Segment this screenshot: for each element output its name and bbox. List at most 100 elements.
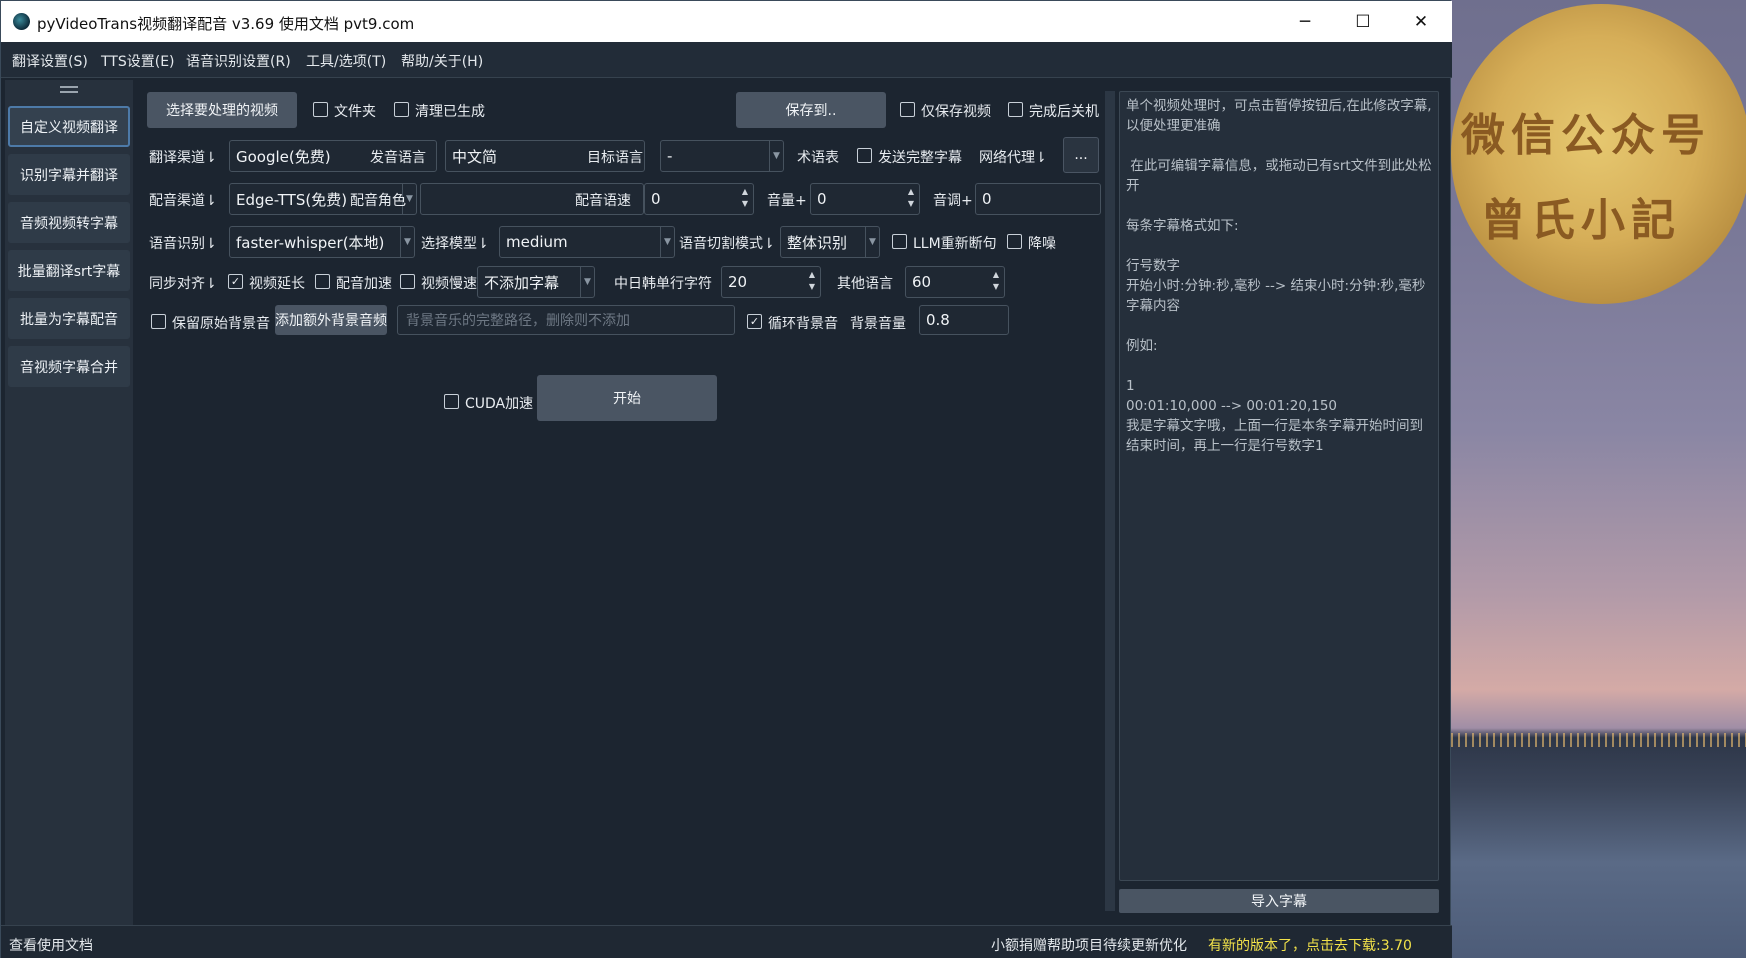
bg-volume-value: 0.8 xyxy=(926,311,950,329)
spin-arrows-icon[interactable]: ▲ ▼ xyxy=(990,269,1002,295)
sidebar-grip-icon[interactable] xyxy=(60,86,78,93)
sync-align-label[interactable]: 同步对齐⇂ xyxy=(149,273,217,293)
menu-bar: 翻译设置(S) TTS设置(E) 语音识别设置(R) 工具/选项(T) 帮助/关… xyxy=(1,42,1452,78)
spin-arrows-icon[interactable]: ▲ ▼ xyxy=(806,269,818,295)
dub-speed-spinbox[interactable]: 0 ▲ ▼ xyxy=(644,183,754,215)
save-to-button[interactable]: 保存到.. xyxy=(736,92,886,128)
dub-speedup-checkbox[interactable] xyxy=(315,274,330,289)
send-full-subtitle-checkbox[interactable] xyxy=(857,148,872,163)
sidebar-item-batch-dub-subtitles[interactable]: 批量为字幕配音 xyxy=(8,298,130,339)
proxy-settings-button[interactable]: ... xyxy=(1063,137,1099,173)
keep-original-bg-checkbox[interactable] xyxy=(151,314,166,329)
menu-asr-settings[interactable]: 语音识别设置(R) xyxy=(186,51,291,71)
bg-volume-input[interactable]: 0.8 xyxy=(919,305,1009,335)
target-lang-value: - xyxy=(667,147,673,165)
asr-engine-select[interactable]: faster-whisper(本地) ▼ xyxy=(229,226,415,258)
close-button[interactable]: ✕ xyxy=(1392,1,1450,42)
chevron-down-icon: ▼ xyxy=(580,267,594,297)
spin-arrows-icon[interactable]: ▲ ▼ xyxy=(905,186,917,212)
denoise-label: 降噪 xyxy=(1028,236,1056,252)
minimize-button[interactable]: ─ xyxy=(1276,1,1334,42)
other-lang-chars-spinbox[interactable]: 60 ▲ ▼ xyxy=(905,266,1005,298)
sidebar-item-recognize-and-translate[interactable]: 识别字幕并翻译 xyxy=(8,154,130,195)
chevron-down-icon: ▼ xyxy=(660,227,674,257)
start-button[interactable]: 开始 xyxy=(537,375,717,421)
menu-tools-options[interactable]: 工具/选项(T) xyxy=(306,51,386,71)
update-available-link[interactable]: 有新的版本了，点击去下载:3.70 xyxy=(1208,935,1412,955)
moon-text-line2: 曾氏小記 xyxy=(1481,195,1681,246)
other-lang-chars-label: 其他语言 xyxy=(837,276,893,292)
panel-splitter[interactable] xyxy=(1105,91,1115,911)
pitch-spinbox[interactable]: 0 xyxy=(975,183,1101,215)
sidebar: 自定义视频翻译 识别字幕并翻译 音频视频转字幕 批量翻译srt字幕 批量为字幕配… xyxy=(5,80,133,925)
dub-channel-label[interactable]: 配音渠道⇂ xyxy=(149,190,217,210)
target-lang-select[interactable]: - ▼ xyxy=(660,140,784,172)
send-full-subtitle-label: 发送完整字幕 xyxy=(878,150,962,166)
source-lang-label: 发音语言 xyxy=(370,150,426,166)
cuda-checkbox[interactable] xyxy=(444,394,459,409)
subtitle-mode-value: 不添加字幕 xyxy=(484,273,560,292)
sidebar-item-audio-video-to-subtitle[interactable]: 音频视频转字幕 xyxy=(8,202,130,243)
cjk-line-chars-value: 20 xyxy=(728,273,748,291)
folder-checkbox[interactable] xyxy=(313,102,328,117)
subtitle-editor[interactable]: 单个视频处理时，可点击暂停按钮后,在此修改字幕,以便处理更准确 在此可编辑字幕信… xyxy=(1119,91,1439,881)
loop-bg-checkbox[interactable]: ✓ xyxy=(747,314,762,329)
asr-label[interactable]: 语音识别⇂ xyxy=(149,233,217,253)
denoise-checkbox[interactable] xyxy=(1007,234,1022,249)
only-save-video-checkbox[interactable] xyxy=(900,102,915,117)
sidebar-item-custom-video-translate[interactable]: 自定义视频翻译 xyxy=(8,106,130,147)
bg-volume-label: 背景音量 xyxy=(850,316,906,332)
split-mode-value: 整体识别 xyxy=(787,233,848,252)
clear-generated-checkbox[interactable] xyxy=(394,102,409,117)
title-bar[interactable]: pyVideoTrans视频翻译配音 v3.69 使用文档 pvt9.com ─… xyxy=(1,1,1452,42)
video-slowdown-checkbox[interactable] xyxy=(400,274,415,289)
only-save-video-label: 仅保存视频 xyxy=(921,104,991,120)
window-title: pyVideoTrans视频翻译配音 v3.69 使用文档 pvt9.com xyxy=(37,15,415,33)
bg-audio-path-input[interactable]: 背景音乐的完整路径，删除则不添加 xyxy=(397,305,735,335)
import-subtitle-button[interactable]: 导入字幕 xyxy=(1119,889,1439,913)
dub-speed-value: 0 xyxy=(651,190,661,208)
view-docs-link[interactable]: 查看使用文档 xyxy=(9,935,93,955)
video-slowdown-label: 视频慢速 xyxy=(421,276,477,292)
sidebar-item-batch-translate-srt[interactable]: 批量翻译srt字幕 xyxy=(8,250,130,291)
pitch-label: 音调+ xyxy=(933,193,973,209)
video-extend-checkbox[interactable]: ✓ xyxy=(228,274,243,289)
menu-translate-settings[interactable]: 翻译设置(S) xyxy=(12,51,88,71)
other-lang-chars-value: 60 xyxy=(912,273,932,291)
clear-generated-label: 清理已生成 xyxy=(415,104,485,120)
translate-channel-label[interactable]: 翻译渠道⇂ xyxy=(149,147,217,167)
spin-arrows-icon[interactable]: ▲ ▼ xyxy=(739,186,751,212)
shutdown-after-label: 完成后关机 xyxy=(1029,104,1099,120)
cuda-label: CUDA加速 xyxy=(465,396,534,412)
select-video-button[interactable]: 选择要处理的视频 xyxy=(147,92,297,128)
dub-role-label: 配音角色 xyxy=(350,193,406,209)
status-bar: 查看使用文档 小额捐赠帮助项目待续更新优化 有新的版本了，点击去下载:3.70 xyxy=(1,925,1452,958)
shutdown-after-checkbox[interactable] xyxy=(1008,102,1023,117)
split-mode-select[interactable]: 整体识别 ▼ xyxy=(780,226,880,258)
volume-value: 0 xyxy=(817,190,827,208)
maximize-button[interactable]: ☐ xyxy=(1334,1,1392,42)
proxy-label[interactable]: 网络代理⇂ xyxy=(979,147,1047,167)
menu-help-about[interactable]: 帮助/关于(H) xyxy=(401,51,483,71)
llm-resegment-checkbox[interactable] xyxy=(892,234,907,249)
glossary-label[interactable]: 术语表 xyxy=(797,147,839,167)
keep-original-bg-label: 保留原始背景音 xyxy=(172,316,270,332)
moon-image: 微信公众号 曾氏小記 xyxy=(1451,4,1746,304)
cjk-line-chars-spinbox[interactable]: 20 ▲ ▼ xyxy=(721,266,821,298)
sidebar-item-merge-av-subtitles[interactable]: 音视频字幕合并 xyxy=(8,346,130,387)
model-value: medium xyxy=(506,233,568,251)
cjk-line-chars-label: 中日韩单行字符 xyxy=(614,276,712,292)
target-lang-label: 目标语言 xyxy=(587,150,643,166)
volume-spinbox[interactable]: 0 ▲ ▼ xyxy=(810,183,920,215)
subtitle-mode-select[interactable]: 不添加字幕 ▼ xyxy=(477,266,595,298)
split-mode-label[interactable]: 语音切割模式⇂ xyxy=(679,233,775,253)
add-bg-audio-button[interactable]: 添加额外背景音频 xyxy=(275,305,387,335)
model-label[interactable]: 选择模型⇂ xyxy=(421,233,489,253)
donate-link[interactable]: 小额捐赠帮助项目待续更新优化 xyxy=(991,935,1187,955)
dub-speedup-label: 配音加速 xyxy=(336,276,392,292)
model-select[interactable]: medium ▼ xyxy=(499,226,675,258)
moon-text-line1: 微信公众号 xyxy=(1461,110,1711,161)
video-extend-label: 视频延长 xyxy=(249,276,305,292)
chevron-down-icon: ▼ xyxy=(769,141,783,171)
menu-tts-settings[interactable]: TTS设置(E) xyxy=(101,51,175,71)
